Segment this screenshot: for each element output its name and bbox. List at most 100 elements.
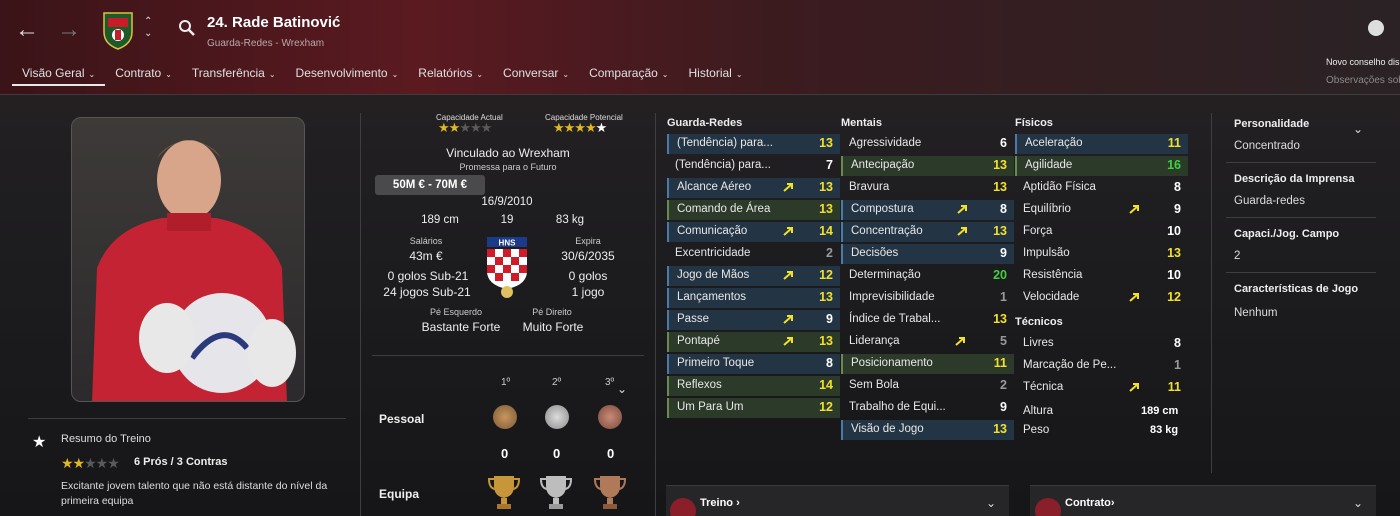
- trend-up-icon: [1129, 383, 1139, 392]
- attribute-row[interactable]: Agressividade 6: [841, 134, 1014, 154]
- attribute-row[interactable]: Velocidade 12: [1015, 288, 1188, 308]
- value-badge[interactable]: 50M € - 70M €: [375, 175, 485, 195]
- attribute-row[interactable]: Um Para Um 12: [667, 398, 840, 418]
- observations-text[interactable]: Observações sobre: [1326, 75, 1400, 86]
- mental-header: Mentais: [841, 117, 882, 129]
- chevron-down-icon[interactable]: ⌄: [1353, 122, 1363, 136]
- attribute-row[interactable]: Posicionamento 11: [841, 354, 1014, 374]
- attribute-row[interactable]: Passe 9: [667, 310, 840, 330]
- attribute-row[interactable]: Concentração 13: [841, 222, 1014, 242]
- search-icon[interactable]: [178, 19, 196, 37]
- attribute-value: 13: [993, 224, 1007, 238]
- attribute-name: Primeiro Toque: [677, 357, 755, 369]
- attribute-row[interactable]: Técnica 11: [1015, 378, 1188, 398]
- attribute-row[interactable]: Impulsão 13: [1015, 244, 1188, 264]
- attribute-row[interactable]: Liderança 5: [841, 332, 1014, 352]
- chevron-down-icon: ⌄: [165, 70, 172, 79]
- attribute-name: Compostura: [851, 203, 914, 215]
- second-place-label: 2º: [552, 377, 562, 388]
- attribute-row[interactable]: Equilíbrio 9: [1015, 200, 1188, 220]
- training-widget-title[interactable]: Treino ›: [700, 497, 740, 509]
- attribute-name: Excentricidade: [675, 247, 751, 259]
- chevron-down-icon[interactable]: ⌄: [986, 496, 996, 510]
- attribute-row[interactable]: Resistência 10: [1015, 266, 1188, 286]
- attribute-row[interactable]: Visão de Jogo 13: [841, 420, 1014, 440]
- attribute-row[interactable]: Reflexos 14: [667, 376, 840, 396]
- attribute-row[interactable]: Força 10: [1015, 222, 1188, 242]
- traits-label: Características de Jogo: [1234, 283, 1359, 295]
- player-switch-icon[interactable]: ⌃ ⌄: [144, 16, 152, 40]
- attribute-value: 6: [1000, 136, 1007, 150]
- attribute-value: 14: [819, 378, 833, 392]
- tab-reports[interactable]: Relatórios ⌄: [408, 66, 493, 86]
- chevron-down-icon[interactable]: ⌄: [1353, 496, 1363, 510]
- attribute-row[interactable]: Lançamentos 13: [667, 288, 840, 308]
- attribute-row[interactable]: Antecipação 13: [841, 156, 1014, 176]
- tab-label: Relatórios: [418, 66, 473, 80]
- player-subtitle[interactable]: Guarda-Redes - Wrexham: [207, 38, 324, 49]
- attribute-name: Força: [1023, 225, 1053, 237]
- attribute-name: Imprevisibilidade: [849, 291, 935, 303]
- attribute-name: Determinação: [849, 269, 921, 281]
- attribute-row[interactable]: Índice de Trabal... 13: [841, 310, 1014, 330]
- attribute-row[interactable]: Decisões 9: [841, 244, 1014, 264]
- tab-overview[interactable]: Visão Geral ⌄: [12, 66, 106, 86]
- trend-up-icon: [957, 227, 967, 236]
- back-arrow-icon[interactable]: ←: [15, 16, 39, 44]
- attribute-value: 10: [1167, 268, 1181, 282]
- attribute-value: 2: [826, 246, 833, 260]
- tab-comparison[interactable]: Comparação ⌄: [579, 66, 678, 86]
- attribute-value: 13: [1167, 246, 1181, 260]
- attribute-row[interactable]: Determinação 20: [841, 266, 1014, 286]
- tab-contract[interactable]: Contrato ⌄: [105, 66, 182, 86]
- tab-talk[interactable]: Conversar ⌄: [493, 66, 579, 86]
- attribute-name: Índice de Trabal...: [849, 313, 941, 325]
- chevron-down-icon: ⌄: [391, 70, 399, 79]
- tab-development[interactable]: Desenvolvimento ⌄: [286, 66, 409, 86]
- attribute-name: Lançamentos: [677, 291, 747, 303]
- attribute-row[interactable]: Primeiro Toque 8: [667, 354, 840, 374]
- forward-arrow-icon[interactable]: →: [57, 16, 81, 44]
- tab-history[interactable]: Historial ⌄: [679, 66, 753, 86]
- attribute-row[interactable]: Trabalho de Equi... 9: [841, 398, 1014, 418]
- chevron-down-icon[interactable]: ⌄: [617, 382, 627, 396]
- attribute-value: 13: [819, 136, 833, 150]
- traits-value: Nenhum: [1234, 307, 1278, 319]
- advice-icon[interactable]: [1368, 20, 1384, 36]
- divider: [372, 355, 644, 356]
- attribute-row[interactable]: Comunicação 14: [667, 222, 840, 242]
- favourite-star-icon[interactable]: ★: [32, 432, 46, 452]
- attribute-name: Marcação de Pe...: [1023, 359, 1117, 371]
- attribute-row[interactable]: Agilidade 16: [1015, 156, 1188, 176]
- attribute-row[interactable]: (Tendência) para... 13: [667, 134, 840, 154]
- attribute-name: Passe: [677, 313, 709, 325]
- tab-transfer[interactable]: Transferência ⌄: [182, 66, 286, 86]
- attribute-row[interactable]: (Tendência) para... 7: [667, 156, 840, 176]
- attribute-row[interactable]: Sem Bola 2: [841, 376, 1014, 396]
- first-place-label: 1º: [501, 377, 511, 388]
- attribute-row[interactable]: Comando de Área 13: [667, 200, 840, 220]
- gold-medal-icon: [493, 405, 517, 429]
- chevron-down-icon: ⌄: [661, 70, 669, 79]
- club-crest-icon[interactable]: [101, 10, 135, 50]
- tab-label: Transferência: [191, 66, 265, 80]
- second-count: 0: [553, 446, 561, 461]
- attribute-row[interactable]: Compostura 8: [841, 200, 1014, 220]
- attribute-value: 7: [826, 158, 833, 172]
- attribute-row[interactable]: Aptidão Física 8: [1015, 178, 1188, 198]
- contract-widget-title[interactable]: Contrato›: [1065, 497, 1115, 509]
- attribute-row[interactable]: Marcação de Pe... 1: [1015, 356, 1188, 376]
- player-photo: [71, 117, 305, 402]
- attribute-row[interactable]: Bravura 13: [841, 178, 1014, 198]
- attribute-row[interactable]: Imprevisibilidade 1: [841, 288, 1014, 308]
- new-advice-text[interactable]: Novo conselho disp: [1326, 57, 1400, 67]
- attribute-row[interactable]: Livres 8: [1015, 334, 1188, 354]
- attribute-row[interactable]: Pontapé 13: [667, 332, 840, 352]
- player-name: 24. Rade Batinović: [207, 14, 341, 31]
- attribute-row[interactable]: Excentricidade 2: [667, 244, 840, 264]
- attribute-value: 13: [819, 334, 833, 348]
- attribute-row[interactable]: Jogo de Mãos 12: [667, 266, 840, 286]
- attribute-row[interactable]: Alcance Aéreo 13: [667, 178, 840, 198]
- attribute-row[interactable]: Aceleração 11: [1015, 134, 1188, 154]
- wage: 43m €: [409, 249, 443, 263]
